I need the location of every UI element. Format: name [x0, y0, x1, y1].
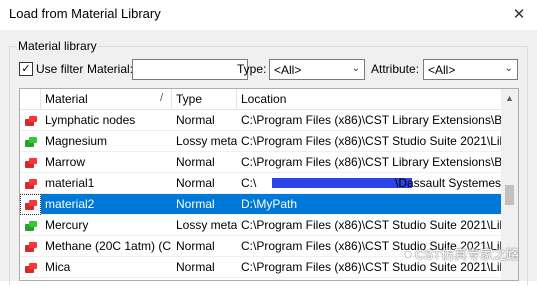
cell-type: Lossy metal	[176, 218, 237, 232]
material-brick-icon	[24, 241, 37, 252]
material-icon-cell	[20, 257, 41, 278]
cell-type: Lossy metal	[176, 134, 237, 148]
material-icon-cell	[20, 194, 41, 215]
cell-material: Magnesium	[45, 134, 108, 148]
cell-location-text: C:\Program Files (x86)\CST Studio Suite …	[241, 134, 502, 148]
cell-type: Normal	[176, 113, 215, 127]
close-icon: ✕	[512, 6, 526, 23]
attribute-select-value: <All>	[428, 63, 456, 77]
material-brick-icon	[24, 199, 37, 210]
cell-material: Mica	[45, 260, 71, 274]
material-filter-label: Material:	[87, 62, 134, 76]
cell-location-text: C:\Program Files (x86)\CST Library Exten…	[241, 155, 502, 169]
use-filter-label[interactable]: Use filter	[36, 62, 83, 76]
cell-location: C:\Program Files (x86)\CST Library Exten…	[237, 110, 502, 131]
cell-type: Normal	[176, 260, 215, 274]
scrollbar-thumb[interactable]	[505, 185, 514, 205]
use-filter-checkbox[interactable]: ✓	[19, 62, 33, 76]
cell-location-text: C:\Program Files (x86)\CST Studio Suite …	[241, 218, 502, 232]
cell-material: Lymphatic nodes	[45, 113, 136, 127]
scroll-up-icon[interactable]: ▲	[501, 89, 518, 106]
material-brick-icon	[24, 220, 37, 231]
attribute-filter-label: Attribute:	[371, 62, 420, 76]
cell-location-text: D:\MyPath	[241, 197, 298, 211]
column-header-type[interactable]: Type	[172, 89, 237, 110]
cell-material: Mercury	[45, 218, 89, 232]
chevron-down-icon: ⌄	[351, 63, 360, 74]
cell-material: material1	[45, 176, 95, 190]
column-header-location[interactable]: Location	[237, 89, 502, 110]
cell-location-text: C:\Program Files (x86)\CST Library Exten…	[241, 113, 502, 127]
wechat-logo-icon: ●	[404, 246, 412, 261]
type-filter-label: Type:	[237, 62, 267, 76]
cell-type: Normal	[176, 155, 215, 169]
window-title: Load from Material Library	[9, 6, 161, 21]
redaction-bar	[272, 178, 412, 188]
table-row[interactable]: Magnesium Lossy metal C:\Program Files (x8…	[20, 131, 502, 152]
title-bar: Load from Material Library ✕	[0, 0, 537, 30]
cell-location: C:\Program Files (x86)\CST Studio Suite …	[237, 215, 502, 236]
cell-location: C:\Program Files (x86)\CST Library Exten…	[237, 152, 502, 173]
material-brick-icon	[24, 136, 37, 147]
column-header-icon[interactable]	[20, 89, 41, 110]
cell-type: Normal	[176, 197, 215, 211]
column-header-material[interactable]: Material /	[41, 89, 172, 110]
close-button[interactable]: ✕	[501, 0, 537, 28]
table-header: Material / Type Location	[20, 89, 502, 110]
table-row[interactable]: Marrow Normal C:\Program Files (x86)\CST L…	[20, 152, 502, 173]
group-label: Material library	[17, 39, 98, 53]
watermark-text: CST仿真专家之路	[414, 247, 519, 262]
material-brick-icon	[24, 178, 37, 189]
table-row[interactable]: Lymphatic nodes Normal C:\Program Files (x…	[20, 110, 502, 131]
material-icon-cell	[20, 152, 41, 173]
material-icon-cell	[20, 173, 41, 194]
attribute-select[interactable]: <All> ⌄	[423, 59, 518, 80]
material-icon-cell	[20, 110, 41, 131]
type-select-value: <All>	[274, 63, 302, 77]
material-icon-cell	[20, 131, 41, 152]
table-row[interactable]: Mercury Lossy metal C:\Program Files (x86)…	[20, 215, 502, 236]
cell-location: C:\ \Dassault Systemes\CST	[237, 173, 502, 194]
cell-location-text: C:\	[241, 176, 257, 190]
cell-material: material2	[45, 197, 95, 211]
cell-type: Normal	[176, 239, 215, 253]
material-brick-icon	[24, 115, 37, 126]
sort-indicator-icon: /	[159, 92, 163, 104]
material-icon-cell	[20, 236, 41, 257]
table-row[interactable]: material2 Normal D:\MyPath	[20, 194, 502, 215]
material-icon-cell	[20, 215, 41, 236]
material-filter-input[interactable]	[132, 59, 248, 80]
filter-row: ✓ Use filter Material: Type: <All> ⌄ Att…	[19, 59, 529, 81]
type-select[interactable]: <All> ⌄	[269, 59, 365, 80]
cell-material: Marrow	[45, 155, 86, 169]
column-header-material-label: Material	[45, 92, 88, 106]
dialog-body: Material library ✓ Use filter Material: …	[0, 30, 537, 286]
cell-location: D:\MyPath	[237, 194, 502, 215]
cell-location: C:\Program Files (x86)\CST Studio Suite …	[237, 131, 502, 152]
chevron-down-icon: ⌄	[504, 63, 513, 74]
material-brick-icon	[24, 262, 37, 273]
material-brick-icon	[24, 157, 37, 168]
checkmark-icon: ✓	[21, 62, 31, 75]
watermark: ● CST仿真专家之路	[404, 244, 519, 263]
cell-material: Methane (20C 1atm) (CHT)	[45, 239, 172, 253]
cell-type: Normal	[176, 176, 215, 190]
table-row[interactable]: material1 Normal C:\ \Dassault Systemes\CST	[20, 173, 502, 194]
cell-location-tail: \Dassault Systemes\CST	[395, 176, 502, 190]
